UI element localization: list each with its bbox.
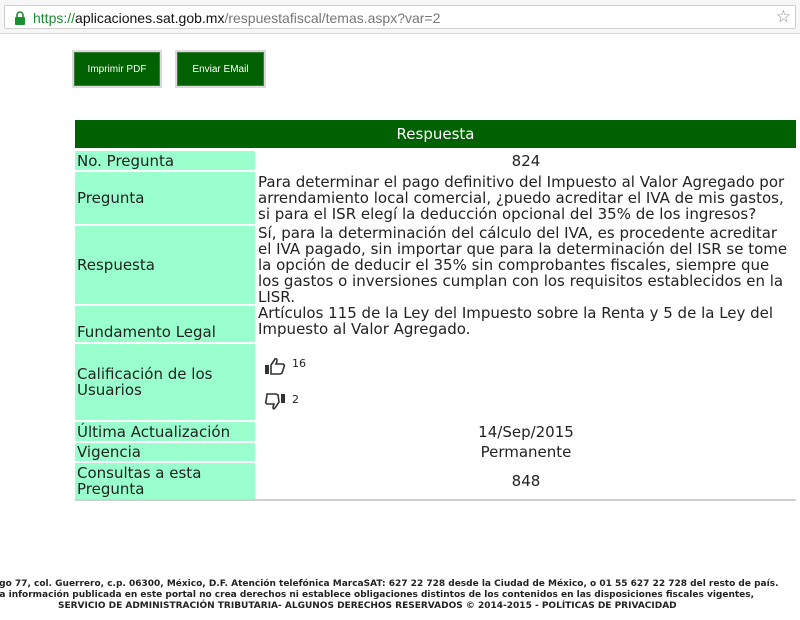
row-validity: Vigencia Permanente [75,442,796,463]
url-path: /respuestafiscal/temas.aspx?var=2 [224,10,441,26]
legal-basis-text: Artículos 115 de la Ley del Impuesto sob… [258,304,774,338]
dislikes-control[interactable]: 2 [258,391,794,413]
thumbs-up-icon[interactable] [264,357,286,375]
row-answer: Respuesta Sí, para la determinación del … [75,224,796,306]
page-footer: algo 77, col. Guerrero, c.p. 06300, Méxi… [0,579,800,612]
validity-label: Vigencia [75,442,255,463]
views-value: 848 [255,462,796,501]
url-text[interactable]: https://aplicaciones.sat.gob.mx/respuest… [33,9,440,27]
row-views: Consultas a esta Pregunta 848 [75,462,796,501]
send-email-button[interactable]: Enviar EMail [177,52,264,86]
footer-copyright: SERVICIO DE ADMINISTRACIÓN TRIBUTARIA- A… [58,601,677,611]
url-field[interactable]: https://aplicaciones.sat.gob.mx/respuest… [4,5,796,29]
footer-address: algo 77, col. Guerrero, c.p. 06300, Méxi… [0,579,779,589]
validity-value: Permanente [480,443,572,461]
answer-text: Sí, para la determinación del cálculo de… [258,224,788,306]
views-label: Consultas a esta Pregunta [75,462,255,501]
response-header: Respuesta [75,120,796,148]
url-scheme: https:// [33,10,76,26]
user-rating-value: 16 2 [255,343,796,421]
user-rating-label: Calificación de los Usuarios [75,343,255,422]
row-user-rating: Calificación de los Usuarios 16 2 [75,343,796,422]
last-update-label: Última Actualización [75,421,255,443]
browser-address-bar: https://aplicaciones.sat.gob.mx/respuest… [0,0,800,34]
legal-basis-label: Fundamento Legal [75,305,255,344]
dislikes-count: 2 [292,393,299,406]
question-number-label: No. Pregunta [75,151,255,172]
likes-count: 16 [292,357,306,370]
row-legal-basis: Fundamento Legal Artículos 115 de la Ley… [75,304,796,344]
footer-disclaimer: .a información publicada en este portal … [0,590,755,600]
likes-control[interactable]: 16 [258,355,794,377]
response-table: Respuesta No. Pregunta 824 Pregunta Para… [75,120,796,501]
lock-icon [15,11,25,25]
print-pdf-button[interactable]: Imprimir PDF [74,52,160,86]
question-number-value: 824 [511,152,541,170]
bookmark-star-icon[interactable]: ☆ [776,7,791,27]
row-question: Pregunta Para determinar el pago definit… [75,171,796,226]
row-question-number: No. Pregunta 824 [75,151,796,172]
question-label: Pregunta [75,171,255,226]
last-update-value: 14/Sep/2015 [478,422,574,441]
thumbs-down-icon[interactable] [264,393,286,411]
answer-label: Respuesta [75,225,255,306]
question-text: Para determinar el pago definitivo del I… [258,173,785,223]
row-last-update: Última Actualización 14/Sep/2015 [75,421,796,443]
url-host: aplicaciones.sat.gob.mx [75,10,225,26]
